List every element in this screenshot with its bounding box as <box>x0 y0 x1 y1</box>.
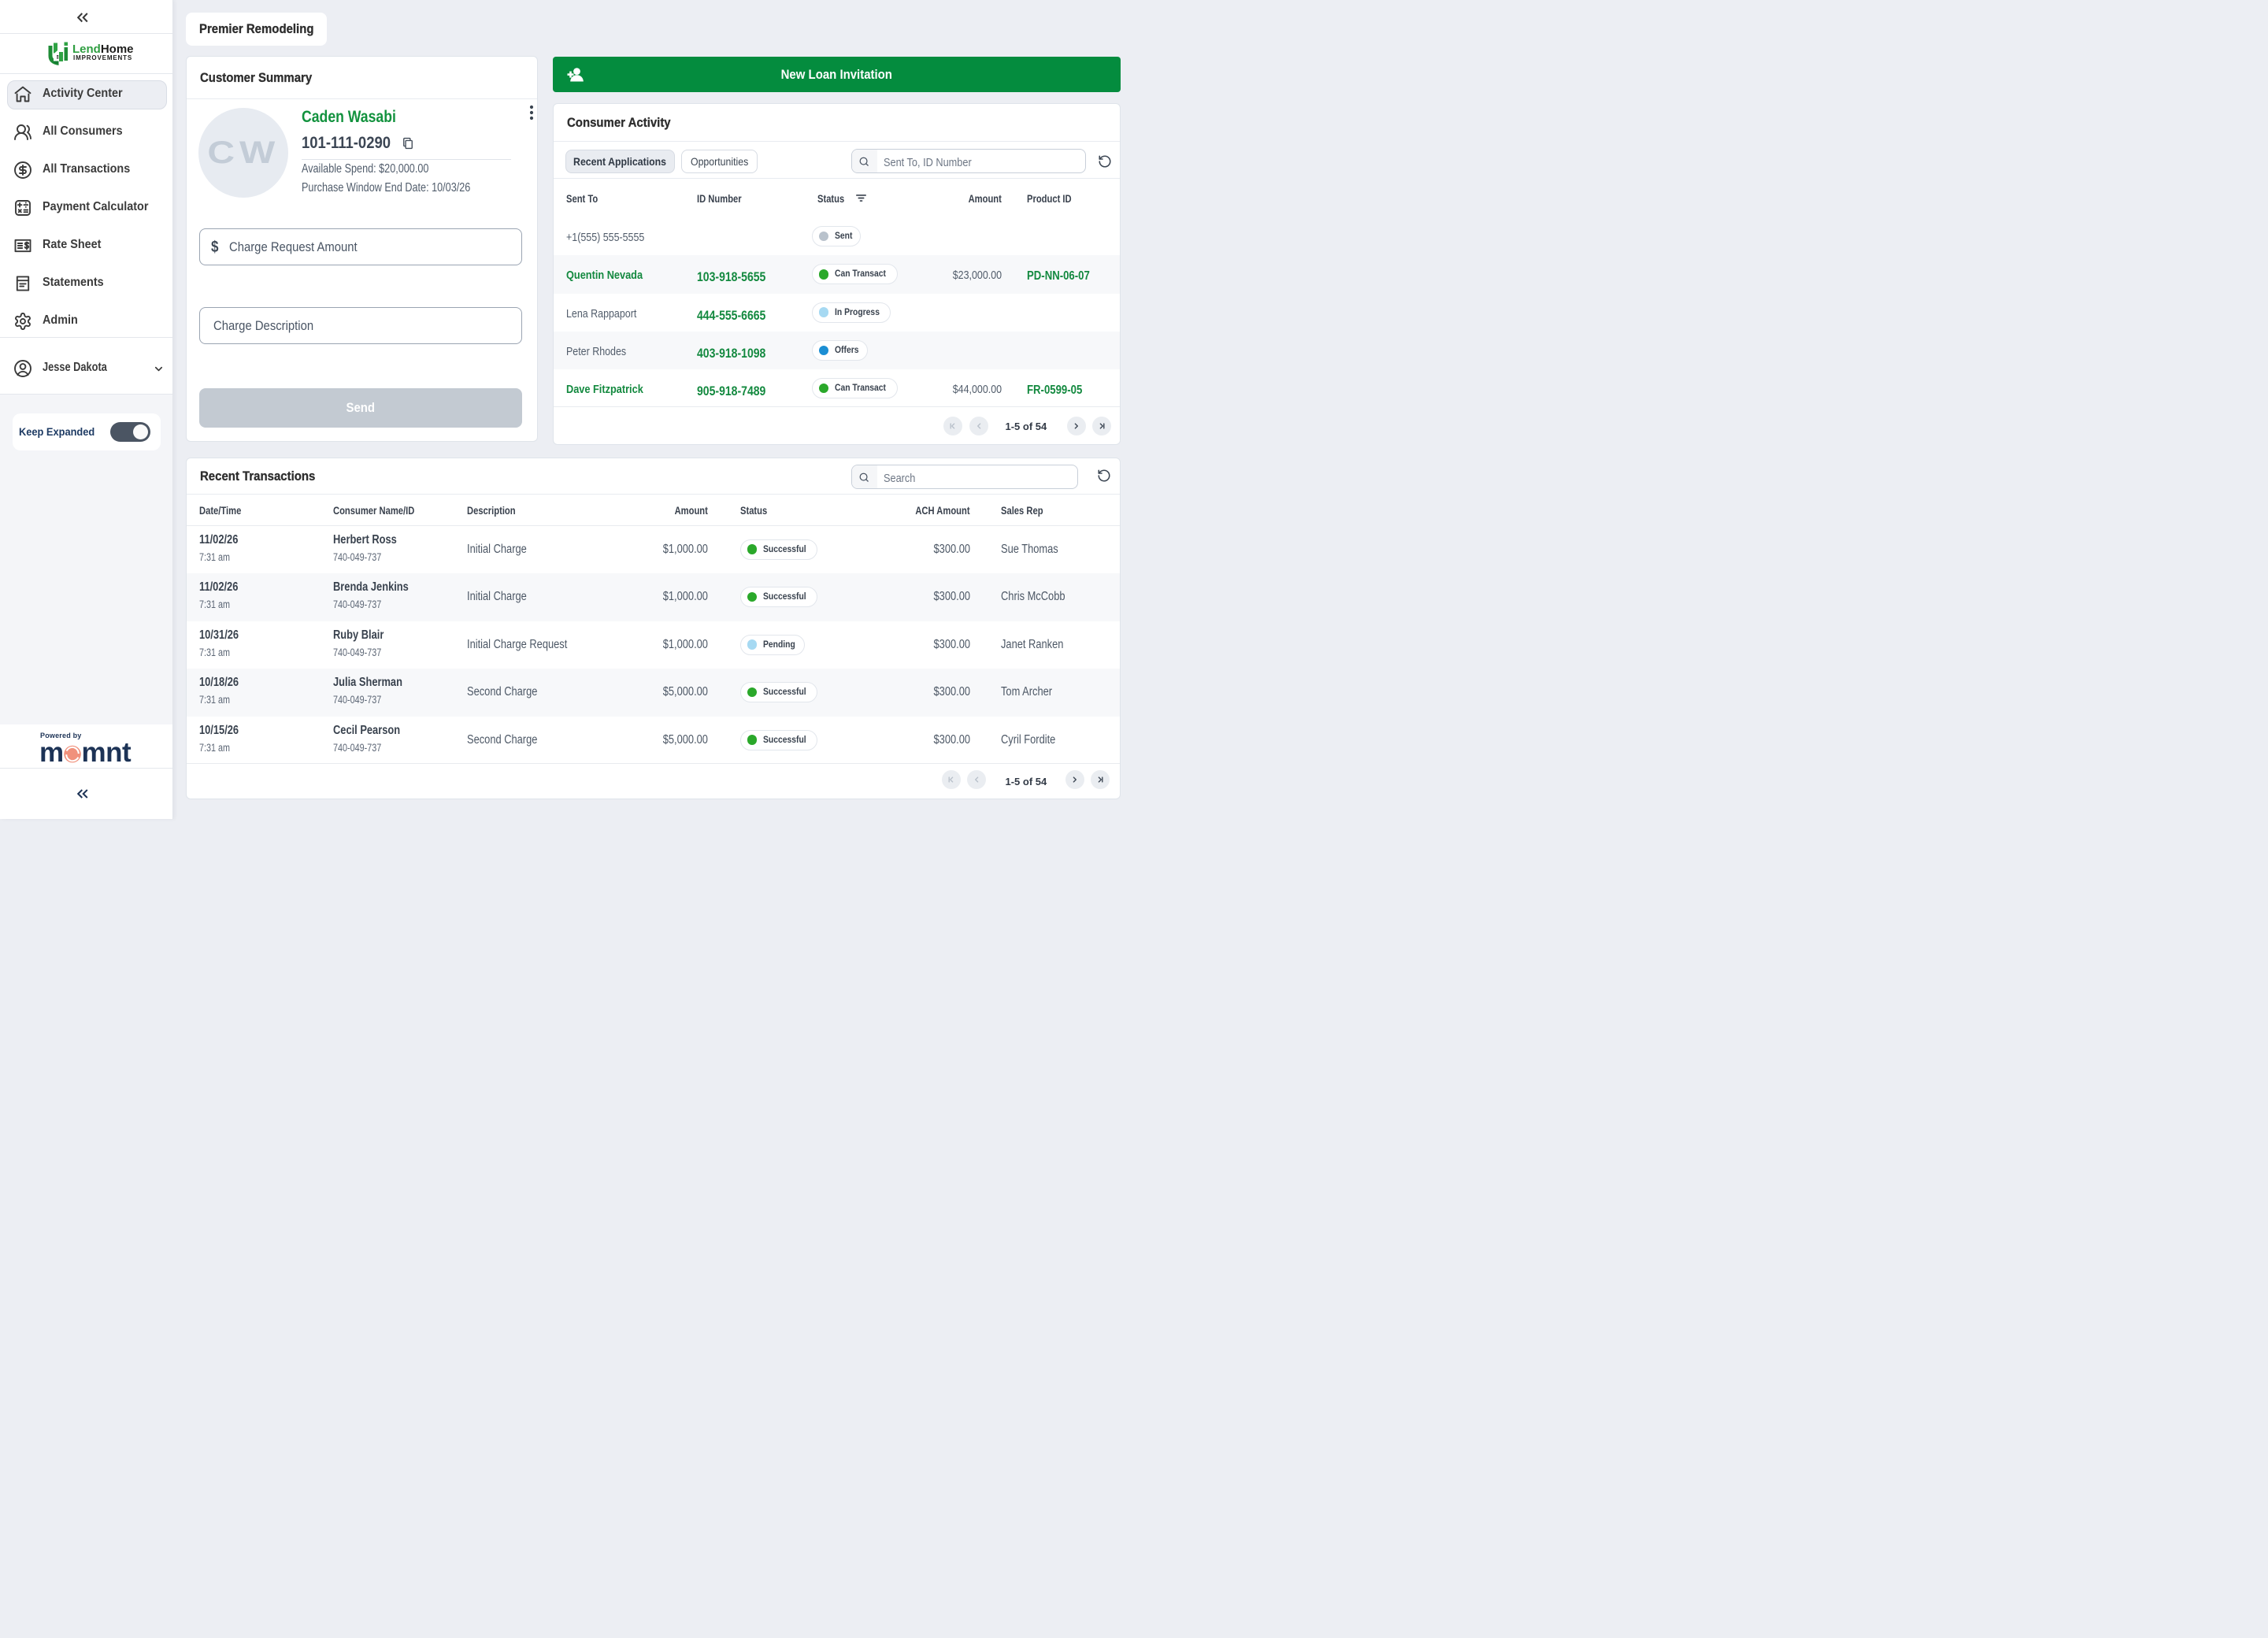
svg-text:m: m <box>39 741 64 763</box>
svg-text:mnt: mnt <box>82 741 132 763</box>
